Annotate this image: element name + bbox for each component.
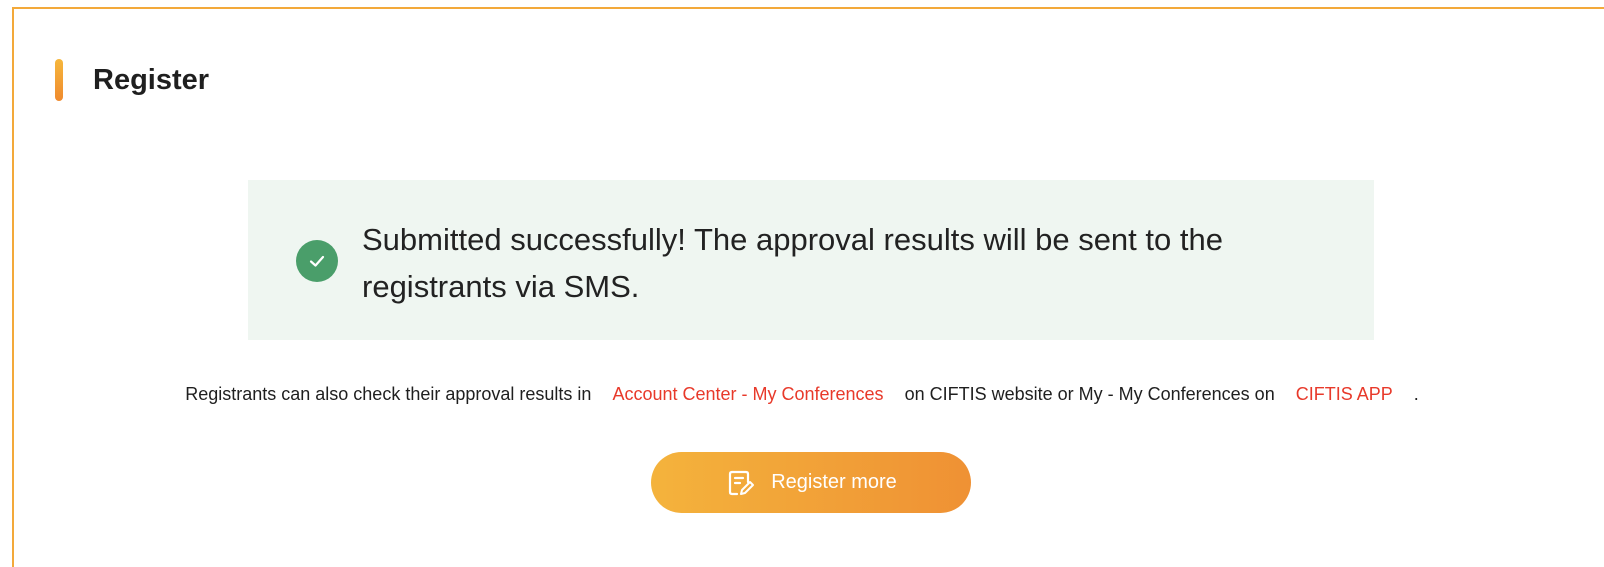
success-panel: Submitted successfully! The approval res…: [248, 180, 1374, 340]
register-more-label: Register more: [771, 471, 897, 493]
info-text-part1: Registrants can also check their approva…: [185, 384, 592, 404]
register-more-button[interactable]: Register more: [651, 452, 971, 513]
page-title: Register: [93, 63, 210, 96]
edit-document-icon: [725, 468, 755, 498]
info-line: Registrants can also check their approva…: [0, 384, 1604, 405]
section-header: Register: [55, 58, 209, 102]
info-text-part2: on CIFTIS website or My - My Conferences…: [904, 384, 1275, 404]
account-center-link[interactable]: Account Center - My Conferences: [612, 384, 883, 404]
ciftis-app-link[interactable]: CIFTIS APP: [1296, 384, 1393, 404]
title-accent-bar: [55, 59, 63, 101]
success-message: Submitted successfully! The approval res…: [362, 222, 1223, 304]
check-circle-icon: [296, 240, 338, 282]
info-text-part3: .: [1413, 384, 1419, 404]
